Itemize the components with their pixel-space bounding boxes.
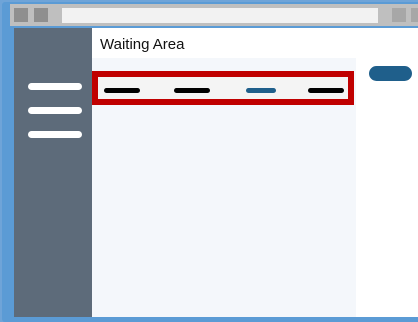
nav-item-4[interactable] xyxy=(308,88,344,93)
nav-item-1[interactable] xyxy=(104,88,140,93)
nav-item-2[interactable] xyxy=(174,88,210,93)
browser-chrome xyxy=(10,4,418,26)
app-window: Waiting Area xyxy=(14,28,418,317)
main-area: Waiting Area xyxy=(92,28,418,317)
hamburger-line-3 xyxy=(28,131,82,138)
browser-forward-button[interactable] xyxy=(34,8,48,22)
nav-item-3-active[interactable] xyxy=(246,88,276,93)
browser-menu-button[interactable] xyxy=(392,8,406,22)
hamburger-icon[interactable] xyxy=(14,28,92,148)
action-pill-button[interactable] xyxy=(369,66,412,81)
hamburger-line-1 xyxy=(28,83,82,90)
hamburger-line-2 xyxy=(28,107,82,114)
browser-extra-button[interactable] xyxy=(411,8,418,22)
sidebar xyxy=(14,28,92,317)
browser-back-button[interactable] xyxy=(14,8,28,22)
page-title: Waiting Area xyxy=(100,36,185,53)
address-bar[interactable] xyxy=(62,8,378,23)
nav-bar xyxy=(92,71,354,105)
